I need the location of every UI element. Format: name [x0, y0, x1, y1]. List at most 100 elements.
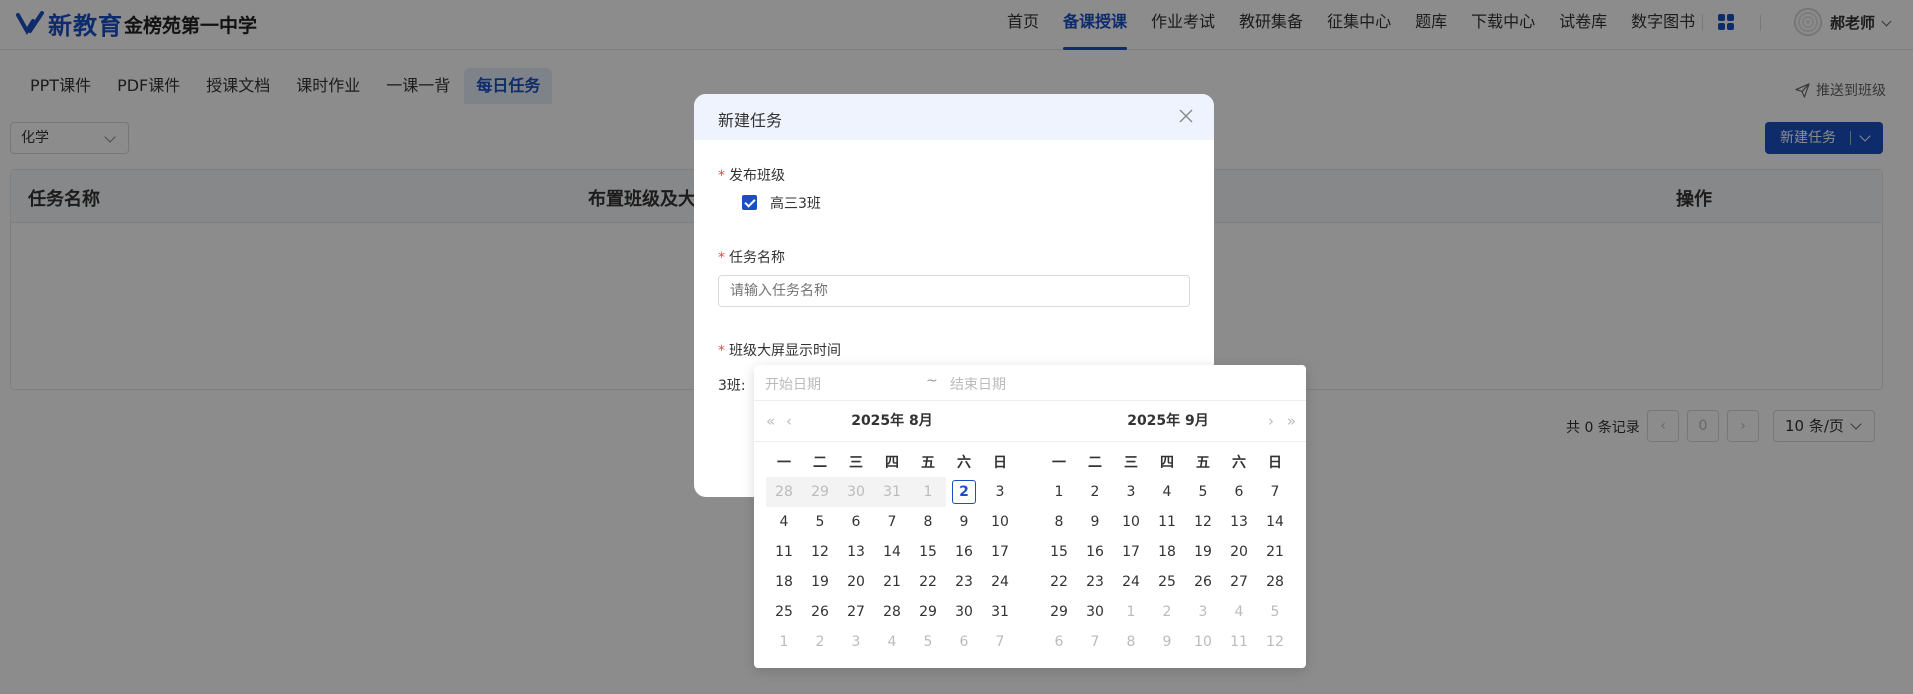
calendar-day[interactable]: 6: [1221, 477, 1257, 507]
calendar-day[interactable]: 3: [1113, 477, 1149, 507]
prev-year-icon[interactable]: «: [766, 401, 775, 441]
calendar-day[interactable]: 8: [1041, 507, 1077, 537]
calendar-day[interactable]: 18: [1149, 537, 1185, 567]
calendar-day[interactable]: 16: [1077, 537, 1113, 567]
calendar-day[interactable]: 11: [1221, 627, 1257, 657]
calendar-day[interactable]: 12: [802, 537, 838, 567]
calendar-day[interactable]: 9: [946, 507, 982, 537]
calendar-day[interactable]: 10: [982, 507, 1018, 537]
start-date-input[interactable]: 开始日期: [765, 374, 821, 394]
calendar-day-today[interactable]: 2: [946, 477, 982, 507]
calendar-day[interactable]: 3: [982, 477, 1018, 507]
calendar-day[interactable]: 28: [874, 597, 910, 627]
calendar-day[interactable]: 19: [802, 567, 838, 597]
right-panel-header: 2025年 9月 › »: [1030, 401, 1306, 442]
calendar-day[interactable]: 5: [1257, 597, 1293, 627]
calendar-day[interactable]: 10: [1113, 507, 1149, 537]
calendar-day[interactable]: 11: [1149, 507, 1185, 537]
calendar-day-label: 7: [1090, 634, 1100, 650]
task-name-input[interactable]: [718, 275, 1190, 307]
calendar-day[interactable]: 1: [1113, 597, 1149, 627]
calendar-day[interactable]: 17: [1113, 537, 1149, 567]
calendar-day[interactable]: 17: [982, 537, 1018, 567]
calendar-day[interactable]: 31: [982, 597, 1018, 627]
calendar-day[interactable]: 27: [838, 597, 874, 627]
calendar-week: 8 9 10 11 12 13 14: [1041, 507, 1293, 537]
end-date-input[interactable]: 结束日期: [950, 374, 1006, 394]
calendar-day[interactable]: 15: [1041, 537, 1077, 567]
calendar-day[interactable]: 26: [1185, 567, 1221, 597]
right-month-title[interactable]: 2025年 9月: [1127, 413, 1209, 429]
calendar-day[interactable]: 5: [910, 627, 946, 657]
dialog-title: 新建任务: [718, 111, 783, 130]
calendar-day[interactable]: 6: [838, 507, 874, 537]
calendar-day-label: 11: [1158, 514, 1176, 530]
calendar-day[interactable]: 16: [946, 537, 982, 567]
calendar-day[interactable]: 4: [874, 627, 910, 657]
calendar-day[interactable]: 13: [838, 537, 874, 567]
calendar-day[interactable]: 22: [910, 567, 946, 597]
calendar-day[interactable]: 24: [982, 567, 1018, 597]
left-month-title[interactable]: 2025年 8月: [851, 413, 933, 429]
calendar-day[interactable]: 30: [1077, 597, 1113, 627]
next-year-icon[interactable]: »: [1287, 401, 1296, 441]
calendar-day[interactable]: 23: [946, 567, 982, 597]
calendar-day[interactable]: 6: [946, 627, 982, 657]
calendar-day[interactable]: 21: [874, 567, 910, 597]
close-icon[interactable]: [1178, 108, 1194, 124]
required-mark: *: [718, 250, 725, 266]
task-name-label: * 任务名称: [718, 247, 785, 267]
calendar-day[interactable]: 29: [910, 597, 946, 627]
calendar-day[interactable]: 5: [802, 507, 838, 537]
calendar-day[interactable]: 7: [982, 627, 1018, 657]
calendar-day[interactable]: 9: [1077, 507, 1113, 537]
calendar-day[interactable]: 12: [1185, 507, 1221, 537]
calendar-day[interactable]: 23: [1077, 567, 1113, 597]
calendar-day[interactable]: 1: [766, 627, 802, 657]
calendar-day[interactable]: 26: [802, 597, 838, 627]
calendar-day[interactable]: 4: [766, 507, 802, 537]
calendar-day[interactable]: 11: [766, 537, 802, 567]
calendar-day[interactable]: 7: [1257, 477, 1293, 507]
calendar-day[interactable]: 1: [1041, 477, 1077, 507]
calendar-day[interactable]: 7: [874, 507, 910, 537]
calendar-day[interactable]: 2: [1077, 477, 1113, 507]
calendar-day[interactable]: 24: [1113, 567, 1149, 597]
calendar-day[interactable]: 6: [1041, 627, 1077, 657]
calendar-day[interactable]: 20: [838, 567, 874, 597]
calendar-day[interactable]: 13: [1221, 507, 1257, 537]
calendar-day-label: 3: [995, 484, 1005, 500]
calendar-day[interactable]: 5: [1185, 477, 1221, 507]
calendar-day[interactable]: 19: [1185, 537, 1221, 567]
class-option-label[interactable]: 高三3班: [770, 193, 821, 213]
calendar-day[interactable]: 3: [1185, 597, 1221, 627]
calendar-day[interactable]: 15: [910, 537, 946, 567]
next-month-icon[interactable]: ›: [1268, 401, 1274, 441]
calendar-day[interactable]: 18: [766, 567, 802, 597]
calendar-day[interactable]: 2: [802, 627, 838, 657]
calendar-day[interactable]: 3: [838, 627, 874, 657]
calendar-day[interactable]: 7: [1077, 627, 1113, 657]
date-range-input[interactable]: 开始日期 ~ 结束日期: [754, 365, 1306, 401]
calendar-day[interactable]: 14: [1257, 507, 1293, 537]
calendar-day[interactable]: 20: [1221, 537, 1257, 567]
calendar-day[interactable]: 8: [1113, 627, 1149, 657]
calendar-day[interactable]: 29: [1041, 597, 1077, 627]
class-checkbox[interactable]: [742, 195, 757, 210]
calendar-day[interactable]: 4: [1149, 477, 1185, 507]
calendar-day[interactable]: 12: [1257, 627, 1293, 657]
calendar-day[interactable]: 9: [1149, 627, 1185, 657]
calendar-day[interactable]: 28: [1257, 567, 1293, 597]
calendar-day[interactable]: 25: [1149, 567, 1185, 597]
calendar-day[interactable]: 22: [1041, 567, 1077, 597]
calendar-day[interactable]: 8: [910, 507, 946, 537]
calendar-day[interactable]: 25: [766, 597, 802, 627]
prev-month-icon[interactable]: ‹: [786, 401, 792, 441]
calendar-day[interactable]: 2: [1149, 597, 1185, 627]
calendar-day[interactable]: 14: [874, 537, 910, 567]
calendar-day[interactable]: 10: [1185, 627, 1221, 657]
calendar-day[interactable]: 21: [1257, 537, 1293, 567]
calendar-day[interactable]: 4: [1221, 597, 1257, 627]
calendar-day[interactable]: 30: [946, 597, 982, 627]
calendar-day[interactable]: 27: [1221, 567, 1257, 597]
